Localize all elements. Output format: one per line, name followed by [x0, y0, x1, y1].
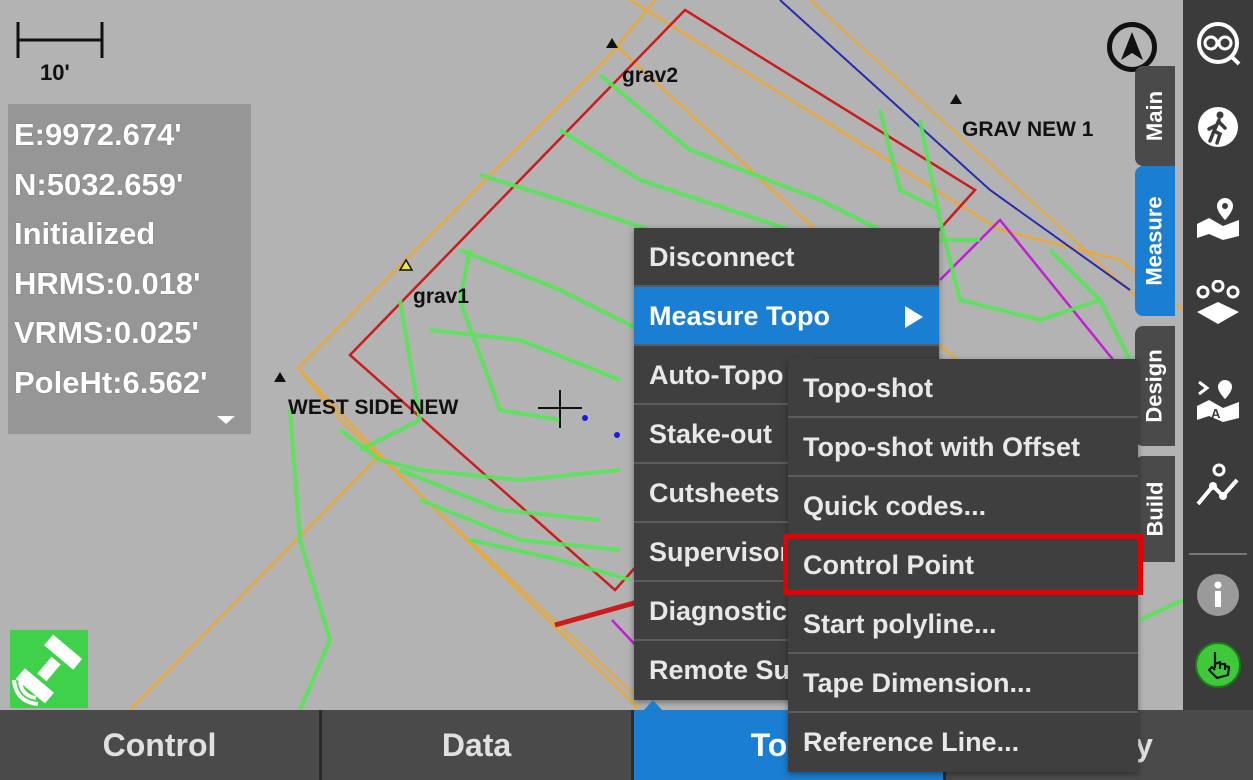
status-panel[interactable]: E:9972.674' N:5032.659' Initialized HRMS… — [8, 104, 251, 434]
route-button[interactable] — [1183, 450, 1253, 520]
pole-height-readout: PoleHt:6.562' — [14, 364, 208, 400]
submenu-item-topo-shot-offset[interactable]: Topo-shot with Offset — [788, 418, 1138, 477]
tab-main[interactable]: Main — [1135, 66, 1175, 166]
menu-item-label: Measure Topo — [649, 301, 831, 331]
point-label-grav2: grav2 — [622, 64, 679, 87]
svg-text:A: A — [1211, 406, 1221, 421]
northing-readout: N:5032.659' — [14, 166, 184, 202]
point-label-grav-new-1: GRAV NEW 1 — [962, 118, 1094, 141]
info-icon — [1197, 574, 1239, 616]
tab-measure-label: Measure — [1142, 196, 1167, 286]
submenu-item-reference-line[interactable]: Reference Line... — [788, 713, 1138, 772]
binoculars-button[interactable] — [1183, 8, 1253, 78]
points-button[interactable] — [1183, 268, 1253, 338]
tab-measure[interactable]: Measure — [1135, 166, 1175, 316]
menu-item-label: Reference Line... — [803, 727, 1020, 757]
tab-design-label: Design — [1142, 349, 1168, 423]
map-text-button[interactable]: A — [1183, 364, 1253, 434]
expand-caret-icon[interactable] — [217, 416, 235, 424]
submenu-item-quick-codes[interactable]: Quick codes... — [788, 477, 1138, 536]
hand-button[interactable] — [1183, 630, 1253, 700]
menu-item-label: Auto-Topo — [649, 360, 784, 390]
menu-item-disconnect[interactable]: Disconnect — [634, 228, 939, 287]
submenu-arrow-icon — [905, 306, 923, 328]
gps-status-button[interactable] — [10, 630, 88, 708]
scale-label: 10' — [40, 60, 70, 85]
tab-design[interactable]: Design — [1135, 326, 1175, 446]
gps-state: Initialized — [14, 216, 156, 251]
menu-pointer-icon — [644, 700, 662, 710]
tab-data[interactable]: Data — [322, 710, 634, 780]
tab-main-label: Main — [1142, 90, 1167, 142]
hand-icon — [1195, 642, 1241, 688]
submenu-item-topo-shot[interactable]: Topo-shot — [788, 359, 1138, 418]
vrms-readout: VRMS:0.025' — [14, 315, 199, 350]
right-toolbar: A — [1183, 0, 1253, 710]
points-icon — [1196, 280, 1240, 324]
north-arrow-button[interactable] — [1107, 22, 1157, 72]
walk-to-button[interactable] — [1183, 92, 1253, 162]
tab-control[interactable]: Control — [0, 710, 322, 780]
scale-bar-icon — [16, 22, 104, 58]
menu-item-label: Topo-shot — [803, 373, 933, 403]
satellite-icon — [12, 634, 83, 706]
menu-item-label: Stake-out — [649, 419, 773, 449]
menu-item-label: Quick codes... — [803, 491, 987, 521]
menu-item-label: Start polyline... — [803, 609, 997, 639]
menu-item-label: Topo-shot with Offset — [803, 432, 1080, 462]
route-icon — [1196, 463, 1239, 506]
submenu-item-start-polyline[interactable]: Start polyline... — [788, 595, 1138, 654]
menu-item-label: Diagnostics — [649, 596, 803, 626]
menu-item-label: Supervisor — [649, 537, 791, 567]
info-button[interactable] — [1183, 560, 1253, 630]
map-pin-icon — [1197, 198, 1239, 240]
point-label-west-side-new: WEST SIDE NEW — [288, 396, 459, 419]
map-pin-button[interactable] — [1183, 182, 1253, 252]
submenu-pointer-icon — [796, 350, 814, 360]
submenu-item-tape-dimension[interactable]: Tape Dimension... — [788, 654, 1138, 713]
toolbar-divider — [1189, 553, 1247, 555]
annotation-highlight-box — [783, 534, 1143, 595]
menu-item-label: Disconnect — [649, 242, 795, 272]
menu-item-measure-topo[interactable]: Measure Topo — [634, 287, 939, 346]
hrms-readout: HRMS:0.018' — [14, 265, 201, 301]
hiker-icon — [1198, 107, 1238, 147]
tab-build-label: Build — [1142, 481, 1167, 537]
menu-item-label: Cutsheets — [649, 478, 780, 508]
north-arrow-icon — [1121, 32, 1143, 60]
easting-readout: E:9972.674' — [14, 117, 182, 152]
point-label-grav1: grav1 — [413, 285, 470, 308]
map-text-icon: A — [1197, 380, 1239, 422]
menu-item-label: Tape Dimension... — [803, 668, 1033, 698]
binoculars-icon — [1197, 22, 1241, 66]
